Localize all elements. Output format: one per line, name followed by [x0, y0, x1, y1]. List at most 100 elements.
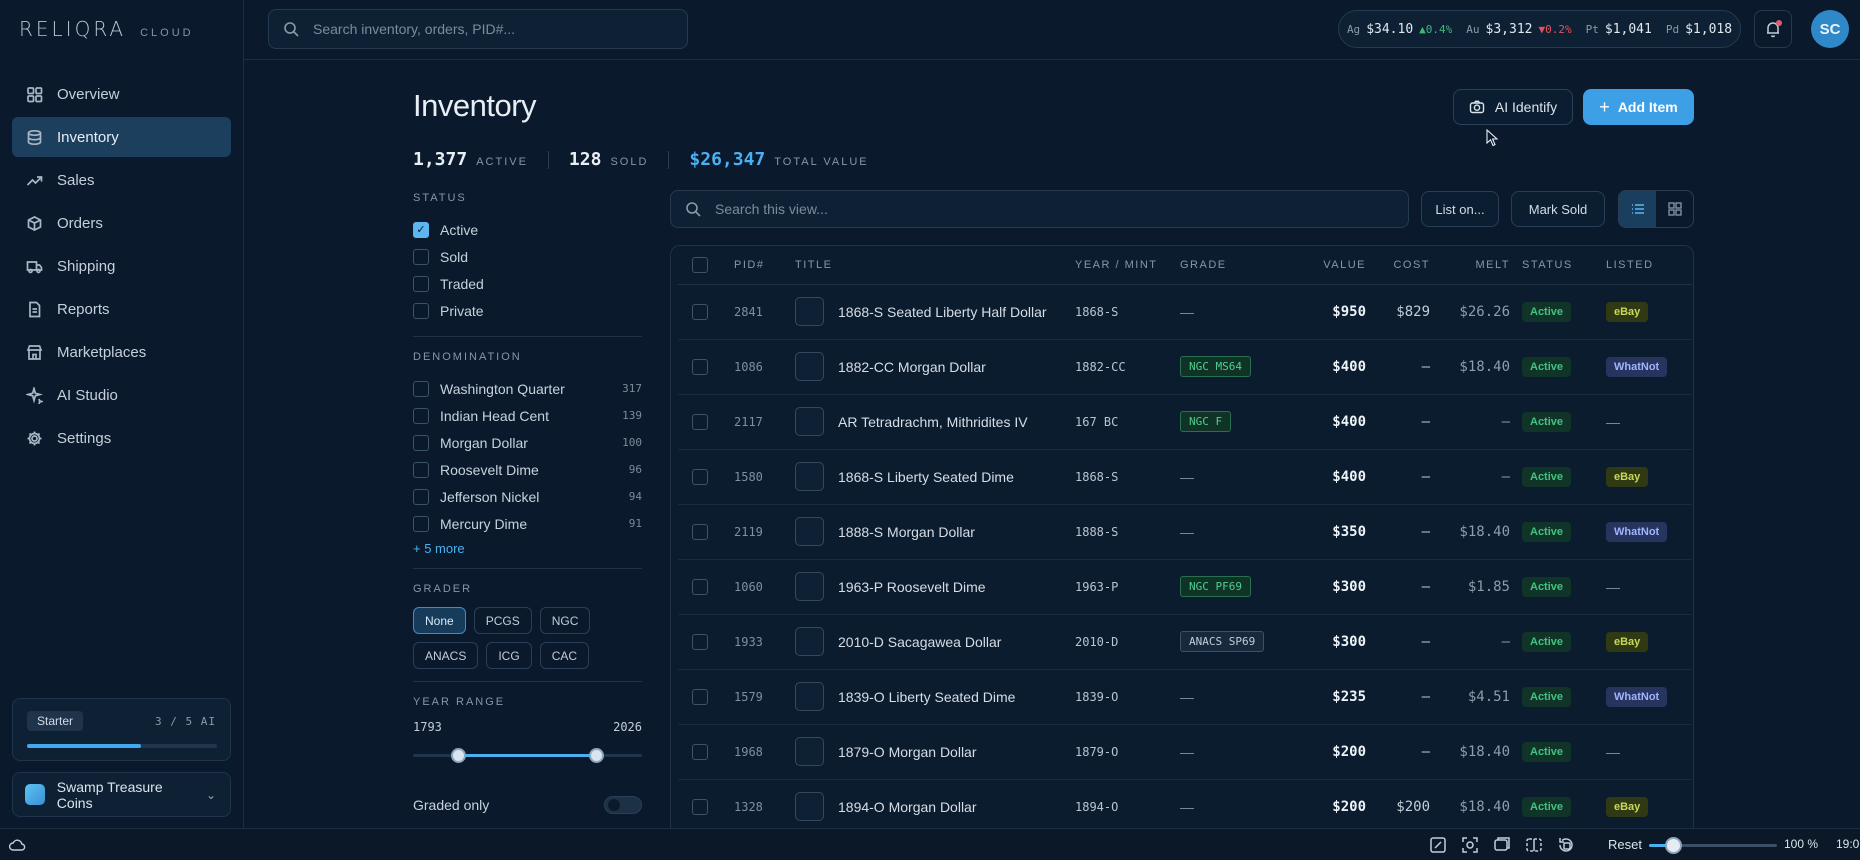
denomination-filter-item[interactable]: Jefferson Nickel 94: [413, 483, 642, 510]
status-filter-sold[interactable]: Sold: [413, 243, 642, 270]
header-status[interactable]: STATUS: [1522, 246, 1606, 285]
view-search-input[interactable]: [715, 201, 1315, 217]
sidebar-item-reports[interactable]: Reports: [12, 289, 231, 329]
header-melt[interactable]: MELT: [1442, 246, 1522, 285]
denomination-filter-item[interactable]: Mercury Dime 91: [413, 510, 642, 537]
view-search[interactable]: [670, 190, 1409, 228]
table-row[interactable]: 1580 1868-S Liberty Seated Dime 1868-S — $40…: [678, 449, 1692, 505]
header-year[interactable]: YEAR / MINT: [1075, 246, 1180, 285]
logo[interactable]: RELIQRA CLOUD: [19, 17, 194, 41]
denomination-filter-item[interactable]: Morgan Dollar 100: [413, 429, 642, 456]
header-pid[interactable]: PID#: [734, 246, 795, 285]
coin-thumbnail[interactable]: [795, 572, 824, 601]
header-listed[interactable]: LISTED: [1606, 246, 1692, 285]
plan-card[interactable]: Starter 3 / 5 AI: [12, 698, 231, 761]
title-cell[interactable]: 1868-S Liberty Seated Dime: [795, 449, 1075, 505]
denomination-filter-item[interactable]: Roosevelt Dime 96: [413, 456, 642, 483]
sidebar-item-overview[interactable]: Overview: [12, 74, 231, 114]
title-cell[interactable]: AR Tetradrachm, Mithridites IV: [795, 394, 1075, 450]
table-row[interactable]: 1579 1839-O Liberty Seated Dime 1839-O — $23…: [678, 669, 1692, 725]
table-row[interactable]: 2841 1868-S Seated Liberty Half Dollar 186…: [678, 284, 1692, 340]
grader-chip-ngc[interactable]: NGC: [539, 607, 591, 634]
table-row[interactable]: 1328 1894-O Morgan Dollar 1894-O — $200 $200 $…: [678, 779, 1692, 828]
year-range-slider[interactable]: [413, 748, 642, 763]
row-checkbox[interactable]: [692, 413, 708, 430]
store-switcher[interactable]: Swamp Treasure Coins ⌄: [12, 772, 231, 817]
checkbox[interactable]: [413, 488, 429, 505]
marketplace-badge[interactable]: WhatNot: [1606, 521, 1668, 542]
checkbox[interactable]: [413, 302, 429, 319]
row-checkbox[interactable]: [692, 633, 708, 650]
grader-chip-cac[interactable]: CAC: [539, 642, 590, 669]
sidebar-item-sales[interactable]: Sales: [12, 160, 231, 200]
coin-thumbnail[interactable]: [795, 682, 824, 711]
checkbox[interactable]: [413, 407, 429, 424]
row-checkbox[interactable]: [692, 358, 708, 375]
checkbox[interactable]: [413, 461, 429, 478]
grader-chip-none[interactable]: None: [413, 607, 466, 634]
list-view-button[interactable]: [1619, 191, 1656, 227]
table-row[interactable]: 2119 1888-S Morgan Dollar 1888-S — $350— $18.…: [678, 504, 1692, 560]
row-checkbox[interactable]: [692, 743, 708, 760]
checkbox[interactable]: [413, 380, 429, 397]
status-filter-active[interactable]: ✓ Active: [413, 216, 642, 243]
title-cell[interactable]: 1888-S Morgan Dollar: [795, 504, 1075, 560]
coin-thumbnail[interactable]: [795, 792, 824, 821]
split-view-icon[interactable]: [1524, 835, 1544, 855]
sidebar-item-inventory[interactable]: Inventory: [12, 117, 231, 157]
title-cell[interactable]: 1894-O Morgan Dollar: [795, 779, 1075, 828]
select-all-checkbox[interactable]: [692, 256, 708, 273]
marketplace-badge[interactable]: eBay: [1606, 631, 1649, 652]
grid-view-button[interactable]: [1656, 191, 1693, 227]
sidebar-item-marketplaces[interactable]: Marketplaces: [12, 332, 231, 372]
sidebar-item-ai-studio[interactable]: AI Studio: [12, 375, 231, 415]
grader-chip-anacs[interactable]: ANACS: [413, 642, 479, 669]
checkbox[interactable]: [413, 275, 429, 292]
marketplace-badge[interactable]: eBay: [1606, 466, 1649, 487]
denomination-filter-item[interactable]: Indian Head Cent 139: [413, 402, 642, 429]
table-row[interactable]: 1060 1963-P Roosevelt Dime 1963-P NGC PF69 $…: [678, 559, 1692, 615]
grader-chip-icg[interactable]: ICG: [486, 642, 532, 669]
checkbox[interactable]: [413, 434, 429, 451]
marketplace-badge[interactable]: eBay: [1606, 301, 1649, 322]
status-filter-traded[interactable]: Traded: [413, 270, 642, 297]
row-checkbox[interactable]: [692, 688, 708, 705]
header-title[interactable]: TITLE: [795, 246, 1075, 285]
coin-thumbnail[interactable]: [795, 352, 824, 381]
add-item-button[interactable]: + Add Item: [1583, 89, 1694, 125]
year-max-handle[interactable]: [589, 748, 604, 763]
marketplace-badge[interactable]: WhatNot: [1606, 356, 1668, 377]
show-more-denominations-link[interactable]: + 5 more: [413, 541, 642, 556]
focus-icon[interactable]: [1460, 835, 1480, 855]
sidebar-item-orders[interactable]: Orders: [12, 203, 231, 243]
title-cell[interactable]: 2010-D Sacagawea Dollar: [795, 614, 1075, 670]
layers-icon[interactable]: [1492, 835, 1512, 855]
row-checkbox[interactable]: [692, 468, 708, 485]
denomination-filter-item[interactable]: Washington Quarter 317: [413, 375, 642, 402]
checkbox[interactable]: [413, 515, 429, 532]
cloud-icon[interactable]: [8, 836, 26, 854]
global-search[interactable]: [268, 9, 688, 49]
year-min-handle[interactable]: [451, 748, 466, 763]
sidebar-item-settings[interactable]: Settings: [12, 418, 231, 458]
title-cell[interactable]: 1868-S Seated Liberty Half Dollar: [795, 284, 1075, 340]
reset-zoom-button[interactable]: Reset: [1608, 837, 1642, 852]
mark-sold-button[interactable]: Mark Sold: [1511, 191, 1605, 227]
table-row[interactable]: 1968 1879-O Morgan Dollar 1879-O — $200— $18.…: [678, 724, 1692, 780]
row-checkbox[interactable]: [692, 523, 708, 540]
coin-thumbnail[interactable]: [795, 737, 824, 766]
coin-thumbnail[interactable]: [795, 407, 824, 436]
list-on-button[interactable]: List on...: [1421, 191, 1499, 227]
sidebar-item-shipping[interactable]: Shipping: [12, 246, 231, 286]
row-checkbox[interactable]: [692, 303, 708, 320]
coin-thumbnail[interactable]: [795, 462, 824, 491]
row-checkbox[interactable]: [692, 798, 708, 815]
notifications-button[interactable]: [1754, 10, 1792, 48]
coin-thumbnail[interactable]: [795, 627, 824, 656]
title-cell[interactable]: 1882-CC Morgan Dollar: [795, 339, 1075, 395]
zoom-slider-handle[interactable]: [1665, 837, 1682, 854]
marketplace-badge[interactable]: WhatNot: [1606, 686, 1668, 707]
ai-identify-button[interactable]: AI Identify: [1453, 89, 1573, 125]
title-cell[interactable]: 1963-P Roosevelt Dime: [795, 559, 1075, 615]
table-row[interactable]: 1933 2010-D Sacagawea Dollar 2010-D ANACS S…: [678, 614, 1692, 670]
